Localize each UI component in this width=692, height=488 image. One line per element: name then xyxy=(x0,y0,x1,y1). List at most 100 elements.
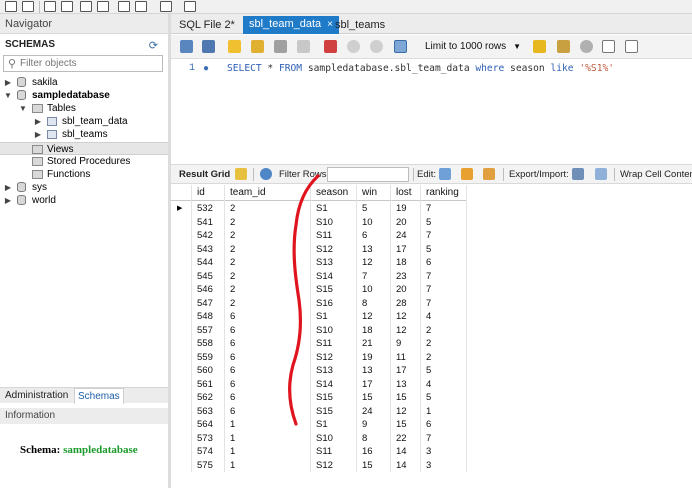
create-view-icon[interactable] xyxy=(97,1,109,12)
collapse-arrow-icon[interactable]: ▼ xyxy=(4,89,12,102)
table-row[interactable]: 564 1 S1 9 15 6 xyxy=(171,418,467,432)
table-cell[interactable]: 532 xyxy=(192,202,213,216)
import-icon[interactable] xyxy=(595,168,607,180)
table-cell[interactable]: 1 xyxy=(225,459,235,473)
table-cell[interactable]: 6 xyxy=(225,378,235,392)
table-cell[interactable]: 6 xyxy=(225,324,235,338)
table-cell[interactable]: 6 xyxy=(225,337,235,351)
table-cell[interactable]: S11 xyxy=(311,229,332,243)
tree-item[interactable]: ▶ sbl_teams xyxy=(0,128,168,141)
table-cell[interactable]: 20 xyxy=(391,216,407,230)
save-icon[interactable] xyxy=(202,40,215,53)
tree-item[interactable]: Functions xyxy=(0,168,168,181)
table-cell[interactable]: 8 xyxy=(357,432,367,446)
table-cell[interactable]: 2 xyxy=(421,351,431,365)
find-icon[interactable] xyxy=(580,40,593,53)
table-cell[interactable]: 7 xyxy=(421,432,431,446)
table-cell[interactable]: S14 xyxy=(311,270,333,284)
add-snippet-icon[interactable] xyxy=(533,40,546,53)
table-cell[interactable]: S15 xyxy=(311,283,333,297)
filter-rows-input[interactable] xyxy=(327,167,409,182)
table-cell[interactable]: 2 xyxy=(225,270,235,284)
grid-view-icon[interactable] xyxy=(235,168,247,180)
table-row[interactable]: 544 2 S13 12 18 6 xyxy=(171,256,467,270)
tab-schemas[interactable]: Schemas xyxy=(74,388,124,404)
add-row-icon[interactable] xyxy=(461,168,473,180)
table-row[interactable]: 557 6 S10 18 12 2 xyxy=(171,324,467,338)
collapse-arrow-icon[interactable]: ▼ xyxy=(19,102,27,115)
table-row[interactable]: 562 6 S15 15 15 5 xyxy=(171,391,467,405)
table-cell[interactable]: S10 xyxy=(311,216,333,230)
table-row[interactable]: 541 2 S10 10 20 5 xyxy=(171,216,467,230)
table-cell[interactable]: 547 xyxy=(192,297,213,311)
table-cell[interactable]: 560 xyxy=(192,364,213,378)
tree-item[interactable]: ▶ sbl_team_data xyxy=(0,115,168,128)
table-cell[interactable]: 16 xyxy=(357,445,373,459)
filter-objects-input[interactable] xyxy=(20,57,160,70)
table-cell[interactable]: S16 xyxy=(311,297,333,311)
tree-item[interactable]: Views xyxy=(0,142,168,155)
tree-item[interactable]: ▼ Tables xyxy=(0,102,168,115)
table-cell[interactable]: 12 xyxy=(357,256,373,270)
wrap-cell-contents-label[interactable]: Wrap Cell Contents xyxy=(620,169,692,180)
table-row[interactable]: 558 6 S11 21 9 2 xyxy=(171,337,467,351)
export-icon[interactable] xyxy=(572,168,584,180)
invisible-chars-icon[interactable] xyxy=(602,40,615,53)
table-cell[interactable]: 6 xyxy=(421,256,431,270)
table-row[interactable]: 545 2 S14 7 23 7 xyxy=(171,270,467,284)
limit-rows-select[interactable]: Limit to 1000 rows ▼ xyxy=(421,39,523,55)
table-row[interactable]: ▶ 532 2 S1 5 19 7 xyxy=(171,202,467,216)
table-cell[interactable]: 543 xyxy=(192,243,213,257)
table-cell[interactable]: 6 xyxy=(225,310,235,324)
sql-editor[interactable]: 1 ● SELECT * FROM sampledatabase.sbl_tea… xyxy=(171,59,692,159)
refresh-icon[interactable] xyxy=(260,168,272,180)
table-cell[interactable]: S10 xyxy=(311,432,333,446)
table-cell[interactable]: S12 xyxy=(311,243,333,257)
table-cell[interactable]: 7 xyxy=(357,270,367,284)
table-cell[interactable]: 573 xyxy=(192,432,213,446)
table-cell[interactable]: 10 xyxy=(357,216,373,230)
table-cell[interactable]: 562 xyxy=(192,391,213,405)
table-cell[interactable]: 2 xyxy=(225,243,235,257)
expand-arrow-icon[interactable]: ▶ xyxy=(4,194,12,207)
table-cell[interactable]: 17 xyxy=(391,243,407,257)
filter-objects-box[interactable]: ⚲ xyxy=(3,55,163,72)
table-row[interactable]: 559 6 S12 19 11 2 xyxy=(171,351,467,365)
table-cell[interactable]: 19 xyxy=(357,351,373,365)
table-cell[interactable]: 14 xyxy=(391,445,407,459)
table-row[interactable]: 548 6 S1 12 12 4 xyxy=(171,310,467,324)
table-row[interactable]: 547 2 S16 8 28 7 xyxy=(171,297,467,311)
table-cell[interactable]: 6 xyxy=(225,364,235,378)
table-cell[interactable]: 4 xyxy=(421,310,431,324)
table-cell[interactable]: 14 xyxy=(391,459,407,473)
table-row[interactable]: 573 1 S10 8 22 7 xyxy=(171,432,467,446)
table-cell[interactable]: 15 xyxy=(391,391,407,405)
table-row[interactable]: 543 2 S12 13 17 5 xyxy=(171,243,467,257)
table-cell[interactable]: 28 xyxy=(391,297,407,311)
wrap-lines-icon[interactable] xyxy=(625,40,638,53)
tree-item[interactable]: ▶ sys xyxy=(0,181,168,194)
execute-icon[interactable] xyxy=(228,40,241,53)
table-cell[interactable]: 545 xyxy=(192,270,213,284)
tree-item[interactable]: ▶ sakila xyxy=(0,76,168,89)
table-row[interactable]: 574 1 S11 16 14 3 xyxy=(171,445,467,459)
table-cell[interactable]: 558 xyxy=(192,337,213,351)
reconnect-icon[interactable] xyxy=(184,1,196,12)
table-cell[interactable]: 1 xyxy=(421,405,431,419)
table-cell[interactable]: 8 xyxy=(357,297,367,311)
table-cell[interactable]: 2 xyxy=(225,216,235,230)
table-cell[interactable]: 17 xyxy=(391,364,407,378)
table-cell[interactable]: 18 xyxy=(391,256,407,270)
tree-item[interactable]: ▼ sampledatabase xyxy=(0,89,168,102)
table-cell[interactable]: 7 xyxy=(421,270,431,284)
table-cell[interactable]: 10 xyxy=(357,283,373,297)
create-schema-icon[interactable] xyxy=(61,1,73,12)
toggle-continue-on-error-icon[interactable] xyxy=(324,40,337,53)
table-cell[interactable]: 2 xyxy=(225,283,235,297)
auto-commit-icon[interactable] xyxy=(394,40,407,53)
table-cell[interactable]: 5 xyxy=(357,202,367,216)
table-cell[interactable]: 559 xyxy=(192,351,213,365)
table-cell[interactable]: S1 xyxy=(311,310,328,324)
tab-administration[interactable]: Administration xyxy=(5,390,68,401)
new-sql-tab-icon[interactable] xyxy=(5,1,17,12)
